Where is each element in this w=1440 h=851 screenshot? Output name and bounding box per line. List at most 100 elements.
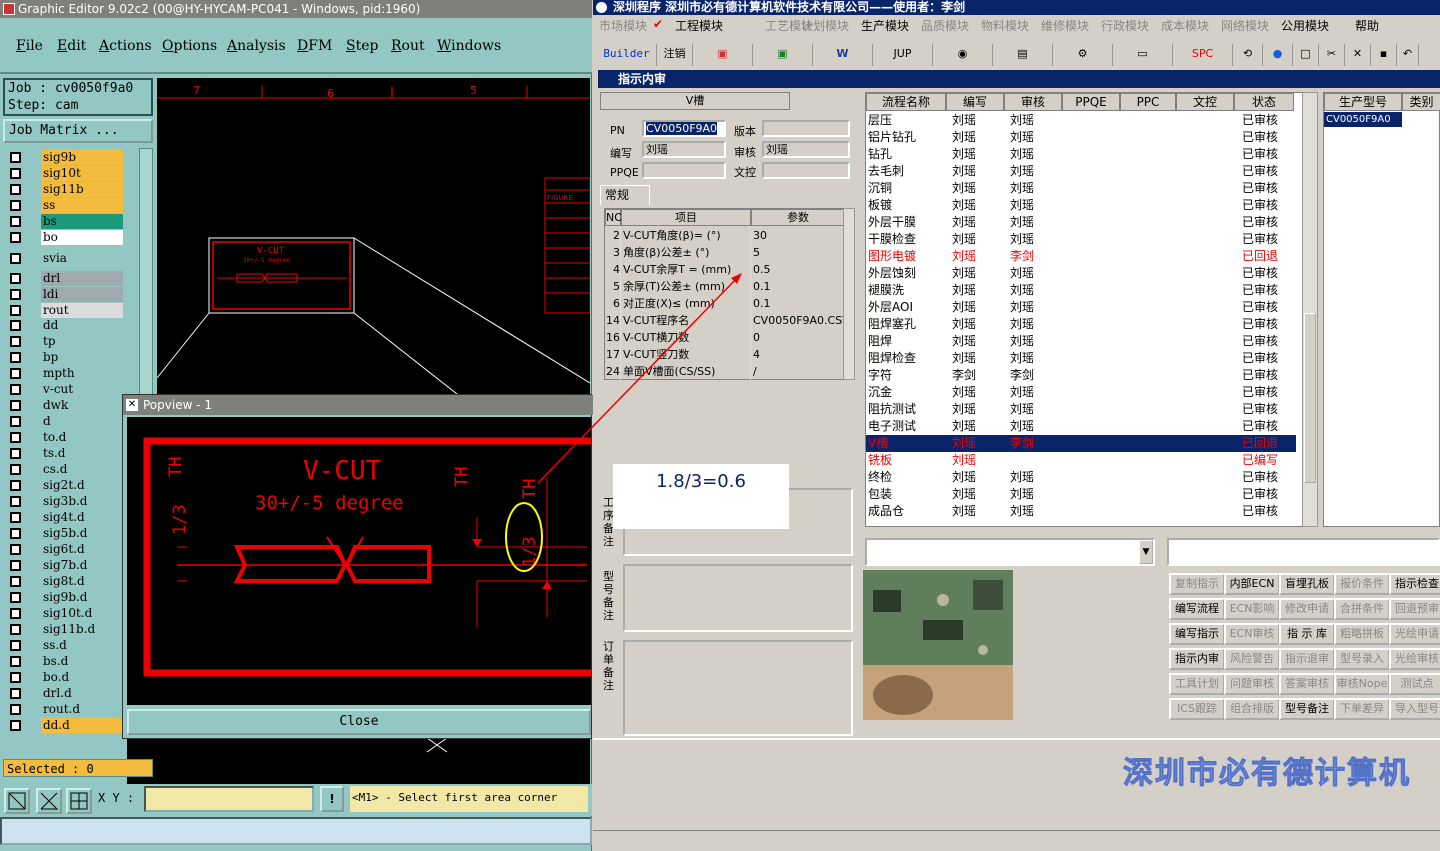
layer-name[interactable]: sig3b.d [41,494,123,509]
layer-row-ldi[interactable]: ldi [3,287,127,302]
layer-row-tp[interactable]: tp [3,334,127,349]
action-button-5-2[interactable]: 型号备注 [1279,698,1335,720]
layer-checkbox[interactable] [10,464,21,475]
action-button-3-1[interactable]: 风险警告 [1224,648,1280,670]
layer-row-ts.d[interactable]: ts.d [3,446,127,461]
layer-name[interactable]: sig4t.d [41,510,123,525]
layer-checkbox[interactable] [10,704,21,715]
layer-name[interactable]: mpth [41,366,123,381]
param-row[interactable]: 24 单面V槽面(CS/SS) / [605,363,845,380]
menu-dfm[interactable]: DFM [297,38,332,54]
layer-checkbox[interactable] [10,592,21,603]
layer-checkbox[interactable] [10,688,21,699]
undo-icon[interactable]: ↶ [1397,44,1419,66]
model-remark-field[interactable] [623,564,853,632]
layer-checkbox[interactable] [10,200,21,211]
flow-row[interactable]: 铝片钻孔 刘瑶 刘瑶 已审核 [866,129,1296,146]
flow-row[interactable]: 阻焊塞孔 刘瑶 刘瑶 已审核 [866,316,1296,333]
layer-name[interactable]: dwk [41,398,123,413]
param-row[interactable]: 5 余厚(T)公差± (mm) 0.1 [605,278,845,295]
layer-checkbox[interactable] [10,560,21,571]
action-button-1-3[interactable]: 合拼条件 [1334,598,1390,620]
layer-checkbox[interactable] [10,624,21,635]
layer-row-sig7b.d[interactable]: sig7b.d [3,558,127,573]
layer-checkbox[interactable] [10,544,21,555]
param-row[interactable]: 4 V-CUT余厚T = (mm) 0.5 [605,261,845,278]
save-icon[interactable]: ▪ [1371,44,1397,66]
writer-field[interactable]: 刘瑶 [642,141,726,158]
flow-combo[interactable]: ▼ [865,538,1155,566]
chevron-down-icon[interactable]: ▼ [1139,540,1153,564]
flow-row[interactable]: 外层蚀刻 刘瑶 刘瑶 已审核 [866,265,1296,282]
layer-name[interactable]: tp [41,334,123,349]
action-button-4-1[interactable]: 问题审核 [1224,673,1280,695]
flow-row[interactable]: 干膜检查 刘瑶 刘瑶 已审核 [866,231,1296,248]
layer-checkbox[interactable] [10,253,21,264]
flow-row[interactable]: 外层AOI 刘瑶 刘瑶 已审核 [866,299,1296,316]
network-icon[interactable]: ⚙ [1053,44,1113,66]
param-row[interactable]: 2 V-CUT角度(β)= (°) 30 [605,227,845,244]
tool-button-word[interactable]: W [813,44,873,66]
param-row[interactable]: 14 V-CUT程序名 CV0050F9A0.CSV [605,312,845,329]
flow-row[interactable]: 沉铜 刘瑶 刘瑶 已审核 [866,180,1296,197]
search-field[interactable] [1167,538,1440,566]
tool-button-jup[interactable]: JUP [873,44,933,66]
app-menu-item-8[interactable]: 行政模块 [1101,17,1149,34]
layer-name[interactable]: bo.d [41,670,123,685]
app-menu-item-7[interactable]: 维修模块 [1041,17,1089,34]
layer-name[interactable]: sig10t [41,166,123,181]
menu-file[interactable]: File [16,38,43,54]
tab-general[interactable]: 常规 [600,185,650,205]
layer-name[interactable]: sig2t.d [41,478,123,493]
menu-edit[interactable]: Edit [57,38,86,54]
pn-field[interactable]: CV0050F9A0 [642,120,726,137]
layer-name[interactable]: sig5b.d [41,526,123,541]
action-button-5-3[interactable]: 下单差异 [1334,698,1390,720]
model-row-selected[interactable]: CV0050F9A0 [1324,112,1402,127]
layer-row-bp[interactable]: bp [3,350,127,365]
layer-name[interactable]: dd.d [41,718,123,733]
action-button-5-0[interactable]: ICS跟踪 [1169,698,1225,720]
popview-close-button[interactable]: Close [127,709,591,735]
flow-row[interactable]: 阻焊 刘瑶 刘瑶 已审核 [866,333,1296,350]
job-matrix-button[interactable]: Job Matrix ... [3,119,153,143]
layer-checkbox[interactable] [10,289,21,300]
menu-windows[interactable]: Windows [437,38,501,54]
refresh-icon[interactable]: ⟲ [1233,44,1263,66]
flow-row[interactable]: 板镀 刘瑶 刘瑶 已审核 [866,197,1296,214]
layer-row-d[interactable]: d [3,414,127,429]
layer-name[interactable]: svia [41,251,123,266]
app-menu-item-11[interactable]: 公用模块 [1281,17,1329,34]
popview-canvas[interactable]: V-CUT 30+/-5 degree TH 1/3 TH TH 1/3 [127,417,591,705]
layer-row-sig2t.d[interactable]: sig2t.d [3,478,127,493]
action-button-0-0[interactable]: 复制指示 [1169,573,1225,595]
layer-row-bo.d[interactable]: bo.d [3,670,127,685]
layer-checkbox[interactable] [10,656,21,667]
zoom-area-button[interactable] [4,788,30,814]
layer-row-dwk[interactable]: dwk [3,398,127,413]
delete-icon[interactable]: ✕ [1345,44,1371,66]
flow-row[interactable]: 包装 刘瑶 刘瑶 已审核 [866,486,1296,503]
action-button-2-3[interactable]: 粗略拼板 [1334,623,1390,645]
layer-row-sig8t.d[interactable]: sig8t.d [3,574,127,589]
layer-row-sig11b[interactable]: sig11b [3,182,127,197]
layer-row-svia[interactable]: svia [3,251,127,266]
flow-row[interactable]: 电子测试 刘瑶 刘瑶 已审核 [866,418,1296,435]
globe-icon[interactable]: ● [1263,44,1293,66]
flow-row[interactable]: 钻孔 刘瑶 刘瑶 已审核 [866,146,1296,163]
layer-name[interactable]: ldi [41,287,123,302]
layer-name[interactable]: bp [41,350,123,365]
app-menu-item-6[interactable]: 物料模块 [981,17,1029,34]
spc-button[interactable]: SPC [1173,44,1233,66]
layer-name[interactable]: sig11b.d [41,622,123,637]
layer-name[interactable]: d [41,414,123,429]
layer-checkbox[interactable] [10,576,21,587]
layer-name[interactable]: bs.d [41,654,123,669]
layer-row-to.d[interactable]: to.d [3,430,127,445]
action-button-4-3[interactable]: 审核Nope [1334,673,1390,695]
layer-checkbox[interactable] [10,273,21,284]
layer-checkbox[interactable] [10,672,21,683]
layer-row-sig10t.d[interactable]: sig10t.d [3,606,127,621]
app-menu-item-1[interactable]: 工程模块 [675,17,723,34]
layer-name[interactable]: ss [41,198,123,213]
